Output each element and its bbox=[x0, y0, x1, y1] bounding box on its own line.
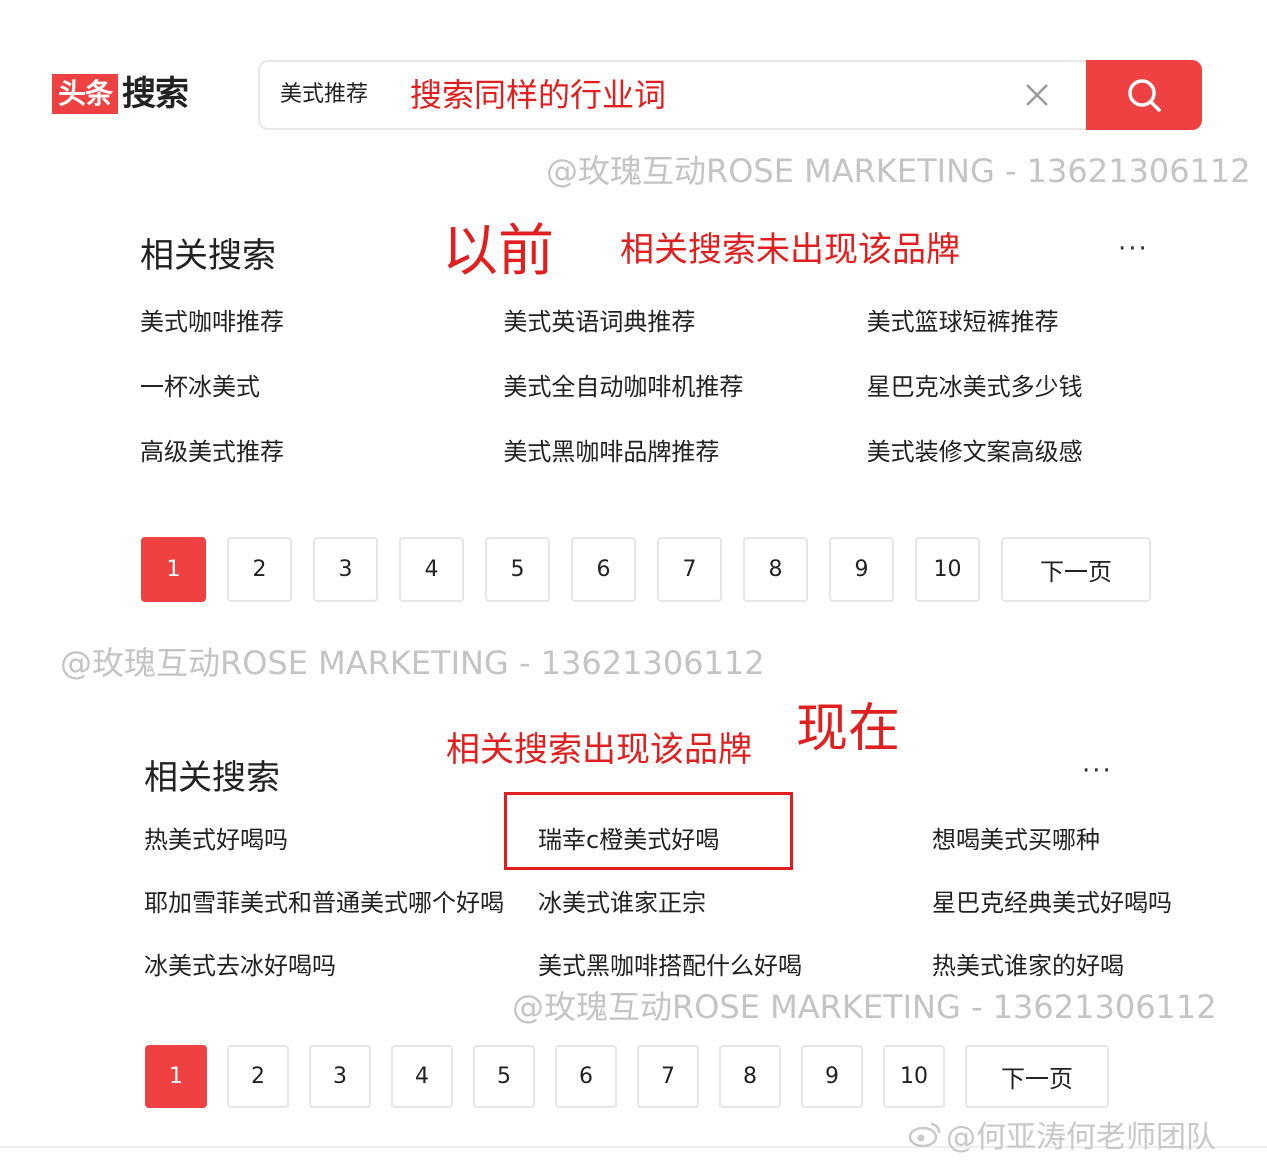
footer-credit: @何亚涛何老师团队 bbox=[908, 1112, 1216, 1156]
page-button[interactable]: 7 bbox=[657, 537, 722, 602]
annotation-after: 相关搜索出现该品牌 bbox=[446, 730, 752, 770]
pagination-after: 1 2 3 4 5 6 7 8 9 10 下一页 bbox=[145, 1045, 1109, 1108]
search-icon bbox=[1128, 79, 1161, 112]
page-button[interactable]: 5 bbox=[485, 537, 550, 602]
related-item[interactable]: 冰美式去冰好喝吗 bbox=[144, 946, 538, 1009]
related-search-grid-before: 美式咖啡推荐 美式英语词典推荐 美式篮球短裤推荐 一杯冰美式 美式全自动咖啡机推… bbox=[140, 302, 1230, 497]
page-button[interactable]: 4 bbox=[391, 1045, 453, 1108]
next-page-button[interactable]: 下一页 bbox=[1001, 537, 1151, 602]
page-button[interactable]: 2 bbox=[227, 537, 292, 602]
related-search-title-after: 相关搜索 bbox=[144, 758, 280, 798]
related-item[interactable]: 美式黑咖啡品牌推荐 bbox=[503, 432, 866, 497]
page-button[interactable]: 5 bbox=[473, 1045, 535, 1108]
clear-button[interactable] bbox=[1022, 80, 1052, 110]
page-button[interactable]: 10 bbox=[883, 1045, 945, 1108]
page-button[interactable]: 3 bbox=[313, 537, 378, 602]
related-item[interactable]: 星巴克经典美式好喝吗 bbox=[932, 883, 1254, 946]
page-button[interactable]: 3 bbox=[309, 1045, 371, 1108]
related-item[interactable]: 美式咖啡推荐 bbox=[140, 302, 503, 367]
related-search-grid-after: 热美式好喝吗 瑞幸c橙美式好喝 想喝美式买哪种 耶加雪菲美式和普通美式哪个好喝 … bbox=[144, 820, 1254, 1009]
related-item[interactable]: 美式装修文案高级感 bbox=[867, 432, 1230, 497]
search-input[interactable] bbox=[280, 62, 400, 128]
label-after: 现在 bbox=[796, 699, 901, 759]
annotation-before: 相关搜索未出现该品牌 bbox=[620, 230, 960, 270]
page-button[interactable]: 1 bbox=[141, 537, 206, 602]
close-icon bbox=[1026, 84, 1048, 106]
pagination-before: 1 2 3 4 5 6 7 8 9 10 下一页 bbox=[141, 537, 1151, 602]
search-button[interactable] bbox=[1086, 60, 1202, 130]
related-item[interactable]: 美式篮球短裤推荐 bbox=[867, 302, 1230, 367]
related-search-title-before: 相关搜索 bbox=[140, 236, 276, 276]
related-item[interactable]: 美式英语词典推荐 bbox=[503, 302, 866, 367]
next-page-button[interactable]: 下一页 bbox=[965, 1045, 1109, 1108]
logo-box: 头条 bbox=[52, 74, 119, 114]
watermark-top: @玫瑰互动ROSE MARKETING - 13621306112 bbox=[546, 152, 1251, 190]
label-before: 以前 bbox=[442, 219, 554, 284]
related-item[interactable]: 星巴克冰美式多少钱 bbox=[867, 367, 1230, 432]
page-button[interactable]: 7 bbox=[637, 1045, 699, 1108]
related-item[interactable]: 想喝美式买哪种 bbox=[932, 820, 1254, 883]
related-item[interactable]: 热美式好喝吗 bbox=[144, 820, 538, 883]
related-item[interactable]: 耶加雪菲美式和普通美式哪个好喝 bbox=[144, 883, 538, 946]
related-item[interactable]: 一杯冰美式 bbox=[140, 367, 503, 432]
page-button[interactable]: 9 bbox=[829, 537, 894, 602]
more-button-before[interactable]: ··· bbox=[1118, 234, 1149, 264]
page-button[interactable]: 1 bbox=[145, 1045, 207, 1108]
related-item[interactable]: 高级美式推荐 bbox=[140, 432, 503, 497]
more-button-after[interactable]: ··· bbox=[1082, 756, 1113, 786]
footer-credit-text: @何亚涛何老师团队 bbox=[946, 1120, 1216, 1155]
weibo-icon bbox=[908, 1122, 941, 1148]
page-button[interactable]: 8 bbox=[719, 1045, 781, 1108]
watermark-middle: @玫瑰互动ROSE MARKETING - 13621306112 bbox=[60, 644, 765, 682]
page-button[interactable]: 9 bbox=[801, 1045, 863, 1108]
page-button[interactable]: 4 bbox=[399, 537, 464, 602]
page-button[interactable]: 8 bbox=[743, 537, 808, 602]
logo-text: 搜索 bbox=[122, 74, 189, 114]
page-button[interactable]: 2 bbox=[227, 1045, 289, 1108]
related-item[interactable]: 冰美式谁家正宗 bbox=[538, 883, 932, 946]
page-button[interactable]: 6 bbox=[555, 1045, 617, 1108]
search-bar: 搜索同样的行业词 bbox=[258, 60, 1202, 130]
page-button[interactable]: 6 bbox=[571, 537, 636, 602]
watermark-bottom: @玫瑰互动ROSE MARKETING - 13621306112 bbox=[512, 988, 1217, 1026]
page-button[interactable]: 10 bbox=[915, 537, 980, 602]
toutiao-search-logo[interactable]: 头条 搜索 bbox=[52, 74, 189, 114]
related-item-brand[interactable]: 瑞幸c橙美式好喝 bbox=[538, 820, 932, 883]
search-annotation: 搜索同样的行业词 bbox=[410, 76, 667, 114]
related-item[interactable]: 美式全自动咖啡机推荐 bbox=[503, 367, 866, 432]
